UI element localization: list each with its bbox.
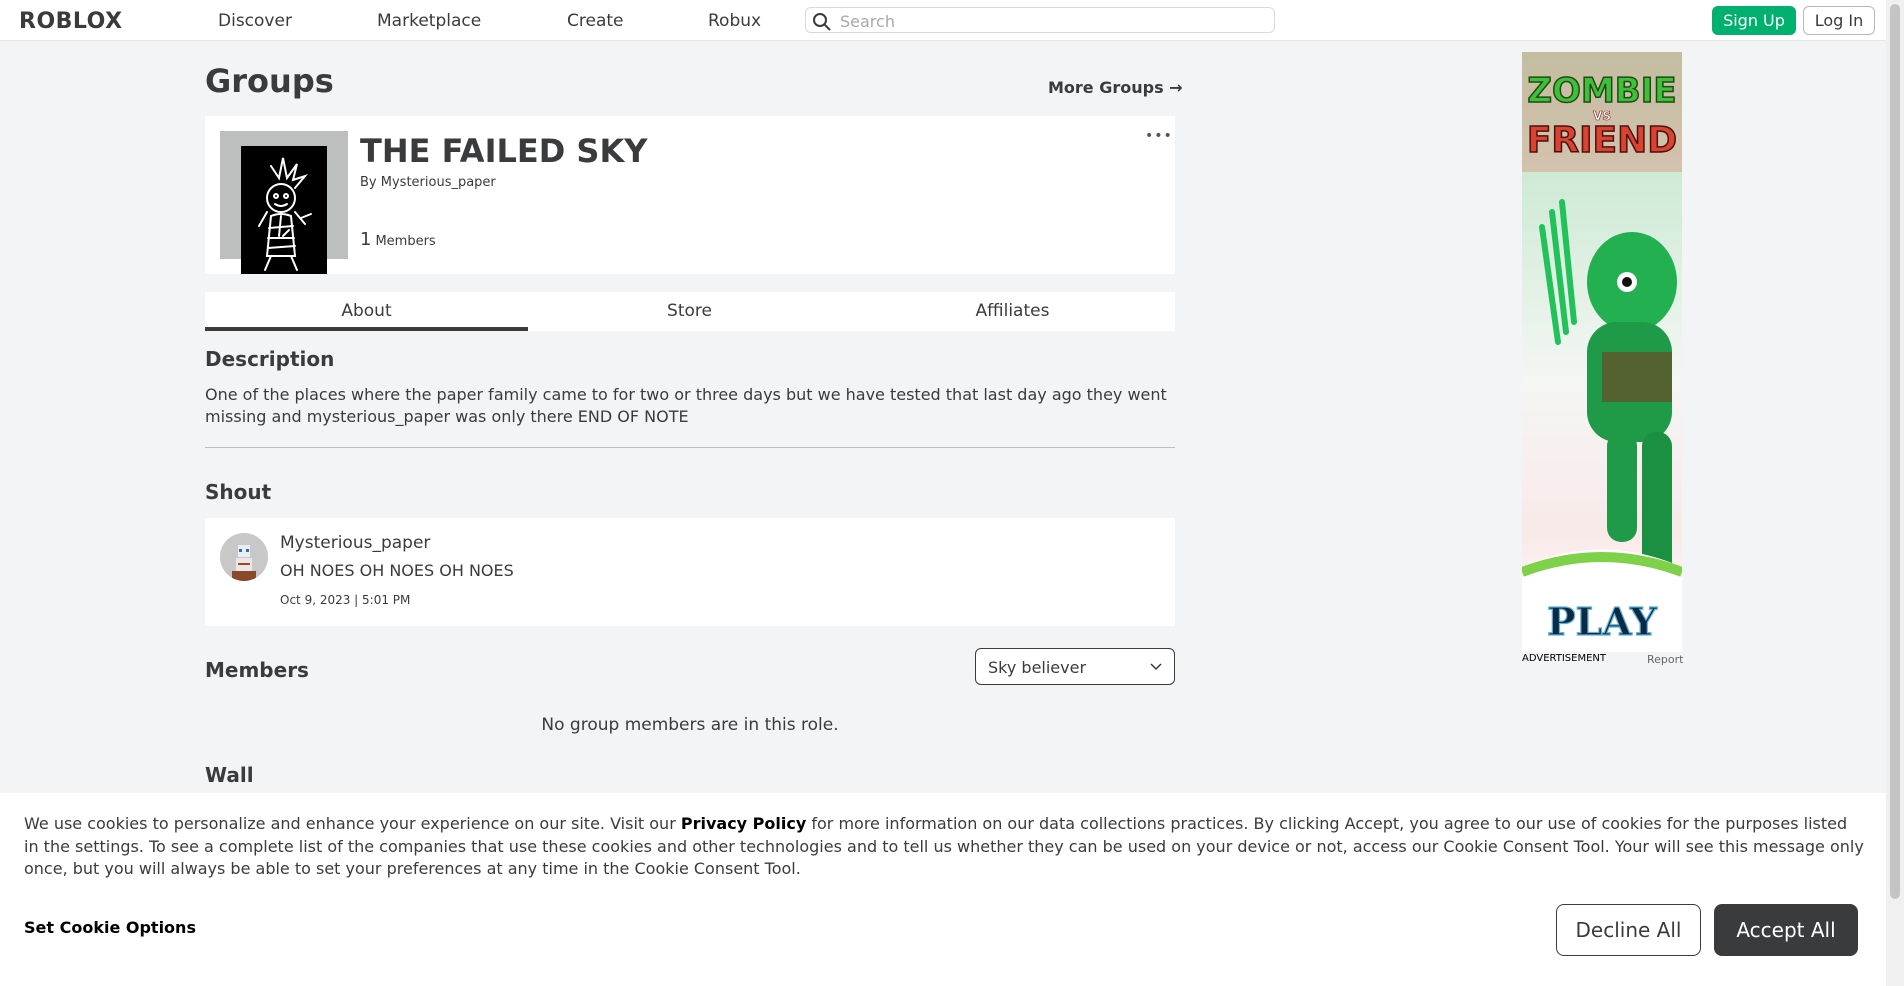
page-title: Groups [205,62,334,100]
search-box[interactable] [805,7,1275,33]
shout-card: Mysterious_paper OH NOES OH NOES OH NOES… [205,518,1175,626]
search-icon [813,13,831,31]
nav-discover[interactable]: Discover [218,11,292,31]
accept-all-button[interactable]: Accept All [1714,904,1858,956]
wall-title: Wall [205,763,254,787]
shout-message: OH NOES OH NOES OH NOES [280,561,514,580]
privacy-policy-link[interactable]: Privacy Policy [681,814,806,833]
by-prefix: By [360,175,377,190]
set-cookie-options-button[interactable]: Set Cookie Options [24,918,196,937]
group-description: One of the places where the paper family… [205,385,1167,426]
ad-title-line2: FRIEND [1527,120,1677,161]
tab-affiliates[interactable]: Affiliates [851,292,1174,331]
shout-author[interactable]: Mysterious_paper [280,533,430,553]
shout-timestamp: Oct 9, 2023 | 5:01 PM [280,593,411,607]
members-title: Members [205,658,309,682]
group-name: THE FAILED SKY [360,132,648,170]
scrollbar-thumb[interactable] [1890,4,1900,899]
roblox-logo[interactable]: ROBLOX [19,9,123,34]
description-title: Description [205,347,335,371]
chevron-down-icon [1150,663,1162,671]
advertisement-banner[interactable]: ZOMBIE VS FRIEND PLAY [1522,52,1682,652]
group-tabs: About Store Affiliates [205,292,1175,331]
search-input[interactable] [838,10,1262,32]
group-owner-line: By Mysterious_paper [360,175,496,190]
tab-about[interactable]: About [205,292,528,331]
login-button[interactable]: Log In [1803,6,1875,35]
advertisement-label: ADVERTISEMENT [1522,653,1607,664]
member-count-value: 1 [360,229,372,250]
member-count-label: Members [375,234,436,249]
group-emblem [220,131,348,274]
cookie-banner: We use cookies to personalize and enhanc… [0,793,1886,986]
group-emblem-image [241,146,327,274]
nav-robux[interactable]: Robux [708,11,761,31]
shout-title: Shout [205,480,272,504]
ad-creative: ZOMBIE VS FRIEND PLAY [1522,52,1682,652]
group-header-card: THE FAILED SKY By Mysterious_paper 1 Memb… [205,116,1175,274]
section-divider [205,447,1175,448]
doodle-drawing-icon [258,157,312,271]
no-members-message: No group members are in this role. [541,715,839,735]
group-owner-link[interactable]: Mysterious_paper [381,175,496,190]
role-dropdown-value: Sky believer [988,658,1087,677]
more-options-icon[interactable]: ••• [1145,128,1173,144]
cookie-message: We use cookies to personalize and enhanc… [24,813,1864,881]
more-groups-link[interactable]: More Groups → [1048,78,1183,97]
report-ad-link[interactable]: Report [1647,653,1683,666]
ad-title-line1: ZOMBIE [1527,71,1676,111]
nav-create[interactable]: Create [567,11,624,31]
role-dropdown[interactable]: Sky believer [975,648,1175,685]
signup-button[interactable]: Sign Up [1712,6,1796,35]
nav-marketplace[interactable]: Marketplace [377,11,481,31]
avatar[interactable] [220,533,268,581]
user-avatar-icon [220,533,268,581]
ad-cta: PLAY [1547,599,1658,644]
member-count: 1 Members [360,229,436,250]
cookie-text-before: We use cookies to personalize and enhanc… [24,814,681,833]
top-navigation: ROBLOX Discover Marketplace Create Robux… [0,0,1886,41]
tab-store[interactable]: Store [528,292,851,331]
decline-all-button[interactable]: Decline All [1556,904,1701,956]
